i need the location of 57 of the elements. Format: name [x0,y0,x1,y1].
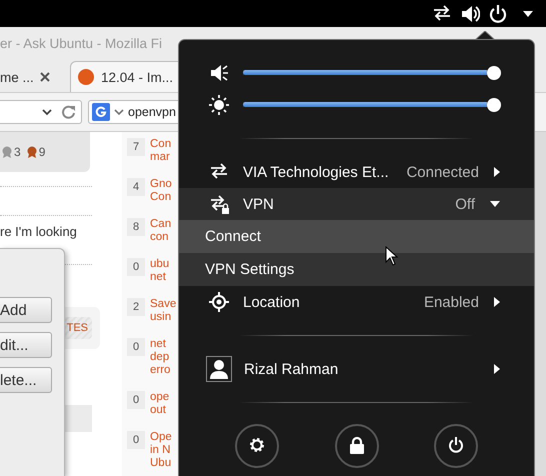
mouse-pointer-icon [385,246,399,266]
badge-count: 9 [38,145,46,159]
vote-count: 2 [127,298,145,316]
arrows-lock-icon [209,194,229,214]
badge-count: 3 [14,145,21,159]
submenu-item[interactable]: VPN Settings [179,253,534,286]
question-link[interactable]: ubu net [150,258,170,284]
chevron-down-icon[interactable] [114,108,124,116]
chevron-down-icon[interactable] [42,108,52,116]
question-snippet: re I'm looking [0,224,78,241]
vote-count: 0 [127,258,145,276]
question-link[interactable]: net dep erro [150,338,170,377]
vote-count: 0 [127,391,145,409]
question-link[interactable]: Can con [150,218,172,244]
vote-count: 0 [127,338,145,356]
question-link[interactable]: Ope in N Ubu [150,431,172,470]
browser-tab[interactable]: me ... [0,62,62,92]
power-button[interactable] [434,424,478,468]
slider-thumb[interactable] [487,66,501,80]
caret-down-icon [489,200,501,208]
caret-right-icon [493,363,501,375]
lock-button[interactable] [334,424,378,468]
vote-count: 8 [127,218,145,236]
caret-right-icon [493,166,501,178]
menu-item[interactable]: VPN Off [179,188,534,220]
caret-icon[interactable] [522,10,534,18]
slider-thumb[interactable] [487,98,501,112]
lock-icon [348,436,366,456]
user-menu-item[interactable]: Rizal Rahman [179,353,534,385]
caret-right-icon [493,296,501,308]
sun-icon [209,95,229,115]
dialog-button[interactable]: lete... [0,367,52,393]
window-title: er - Ask Ubuntu - Mozilla Fi [0,36,162,51]
vote-count: 0 [127,431,145,449]
question-link[interactable]: ope out [150,391,170,417]
google-g-icon[interactable] [92,103,110,121]
power-icon[interactable] [488,4,508,24]
menu-item[interactable]: Location Enabled [179,286,534,318]
question-link[interactable]: Gno Con [150,178,172,204]
settings-button[interactable] [234,424,279,468]
scrollbar[interactable] [535,132,546,476]
question-link[interactable]: Save usin [150,298,176,324]
reload-icon[interactable] [62,105,76,119]
target-icon [209,292,229,312]
arrows-icon[interactable] [432,4,452,24]
speaker-icon[interactable] [460,4,480,24]
vote-count: 7 [127,138,145,156]
submenu-item[interactable]: Connect [179,220,534,253]
address-field[interactable] [0,100,82,124]
speaker-icon [209,63,229,83]
avatar-silhouette-icon [206,356,232,382]
dialog-button[interactable]: dit... [0,332,52,358]
question-link[interactable]: Con mar [150,138,172,164]
close-icon[interactable] [40,72,50,82]
menu-item[interactable]: VIA Technologies Et... Connected [179,156,534,188]
vote-count: 4 [127,178,145,196]
dialog-button[interactable]: Add [0,297,52,323]
